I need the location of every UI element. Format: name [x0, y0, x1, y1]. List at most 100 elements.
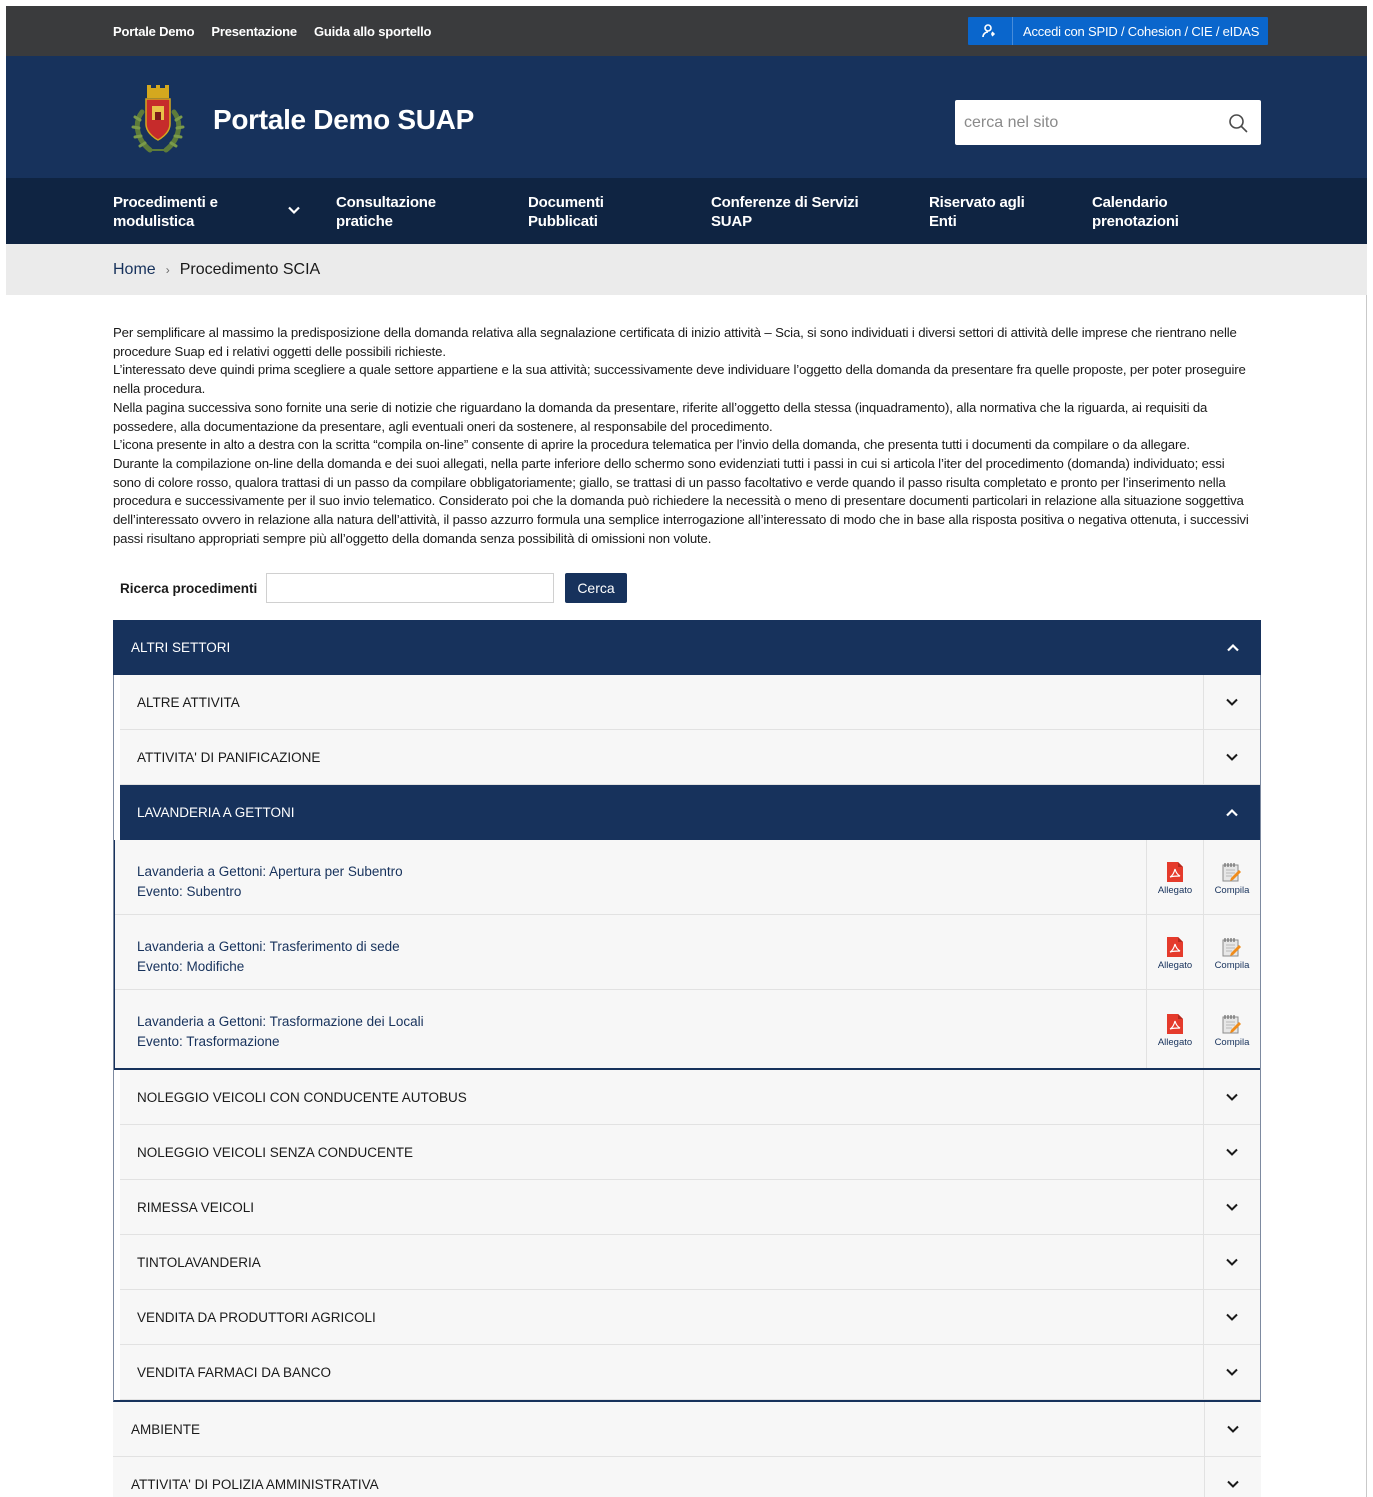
search-icon[interactable] — [1227, 112, 1249, 134]
top-link-presentazione[interactable]: Presentazione — [211, 24, 297, 39]
intro-text: Per semplificare al massimo la predispos… — [113, 324, 1253, 548]
fill-form-label: Compila — [1214, 885, 1250, 896]
user-identity-icon — [968, 23, 1012, 39]
intro-paragraph: Nella pagina successiva sono fornite una… — [113, 399, 1208, 434]
notepad-pencil-icon — [1222, 938, 1241, 957]
attachment-button[interactable]: Allegato — [1146, 990, 1203, 1068]
chevron-up-icon[interactable] — [1204, 620, 1261, 675]
breadcrumb: Home › Procedimento SCIA — [6, 244, 1367, 295]
procedure-info[interactable]: Lavanderia a Gettoni: Trasferimento di s… — [137, 937, 400, 977]
attachment-label: Allegato — [1157, 885, 1193, 896]
activity-title: ATTIVITA' DI PANIFICAZIONE — [137, 749, 321, 765]
nav-documenti-pubblicati[interactable]: Documenti Pubblicati — [528, 193, 604, 231]
intro-paragraph: Per semplificare al massimo la predispos… — [113, 325, 1237, 359]
activity-title: LAVANDERIA A GETTONI — [137, 805, 295, 820]
breadcrumb-home-link[interactable]: Home — [113, 261, 156, 279]
sector-title: ATTIVITA' DI POLIZIA AMMINISTRATIVA — [131, 1476, 379, 1492]
attachment-button[interactable]: Allegato — [1146, 915, 1203, 989]
procedure-title: Lavanderia a Gettoni: Trasformazione dei… — [137, 1014, 424, 1029]
activity-header-lavanderia-gettoni[interactable]: LAVANDERIA A GETTONI — [120, 785, 1260, 840]
fill-form-button[interactable]: Compila — [1203, 915, 1260, 989]
activity-row[interactable]: VENDITA DA PRODUTTORI AGRICOLI — [120, 1290, 1260, 1345]
procedure-search-label: Ricerca procedimenti — [120, 580, 258, 596]
nav-label-line1: Consultazione — [336, 194, 436, 211]
activity-title: NOLEGGIO VEICOLI CON CONDUCENTE AUTOBUS — [137, 1089, 467, 1105]
chevron-down-icon[interactable] — [1203, 1125, 1260, 1179]
spid-login-label: Accedi con SPID / Cohesion / CIE / eIDAS — [1023, 23, 1260, 39]
chevron-down-icon[interactable] — [286, 202, 302, 218]
fill-form-button[interactable]: Compila — [1203, 840, 1260, 914]
chevron-down-icon[interactable] — [1204, 1402, 1261, 1456]
nav-conferenze-servizi[interactable]: Conferenze di Servizi SUAP — [711, 193, 859, 231]
chevron-up-icon[interactable] — [1203, 785, 1260, 840]
sectors-accordion: ALTRI SETTORI ALTRE ATTIVITA ATTIVITA' D… — [113, 620, 1261, 1497]
procedure-info[interactable]: Lavanderia a Gettoni: Apertura per Suben… — [137, 862, 403, 902]
chevron-down-icon[interactable] — [1204, 1457, 1261, 1497]
procedure-item: Lavanderia a Gettoni: Trasformazione dei… — [115, 990, 1260, 1068]
intro-paragraph: Durante la compilazione on-line della do… — [113, 455, 1249, 546]
chevron-down-icon[interactable] — [1203, 1070, 1260, 1124]
spid-login-button[interactable]: Accedi con SPID / Cohesion / CIE / eIDAS — [968, 17, 1268, 45]
activity-row[interactable]: NOLEGGIO VEICOLI SENZA CONDUCENTE — [120, 1125, 1260, 1180]
breadcrumb-current: Procedimento SCIA — [179, 260, 321, 278]
activity-row[interactable]: RIMESSA VEICOLI — [120, 1180, 1260, 1235]
activity-title: VENDITA FARMACI DA BANCO — [137, 1364, 332, 1380]
site-search — [955, 100, 1261, 145]
nav-label-line1: Documenti — [528, 194, 604, 211]
top-links: Portale Demo Presentazione Guida allo sp… — [113, 6, 432, 56]
nav-consultazione-pratiche[interactable]: Consultazione pratiche — [336, 193, 436, 231]
fill-form-label: Compila — [1214, 960, 1250, 971]
top-link-portale-demo[interactable]: Portale Demo — [113, 24, 195, 39]
nav-label-line2: Pubblicati — [528, 213, 598, 230]
activity-row[interactable]: VENDITA FARMACI DA BANCO — [120, 1345, 1260, 1400]
attachment-label: Allegato — [1157, 1037, 1193, 1048]
sector-header-polizia-amministrativa[interactable]: ATTIVITA' DI POLIZIA AMMINISTRATIVA — [113, 1457, 1261, 1497]
top-link-guida[interactable]: Guida allo sportello — [314, 24, 432, 39]
nav-calendario-prenotazioni[interactable]: Calendario prenotazioni — [1092, 193, 1179, 231]
chevron-down-icon[interactable] — [1203, 1180, 1260, 1234]
main-navigation: Procedimenti e modulistica Consultazione… — [6, 178, 1367, 244]
activity-row[interactable]: NOLEGGIO VEICOLI CON CONDUCENTE AUTOBUS — [120, 1070, 1260, 1125]
procedure-list: Lavanderia a Gettoni: Apertura per Suben… — [114, 840, 1260, 1070]
breadcrumb-separator: › — [165, 262, 170, 277]
municipal-crest-logo[interactable] — [130, 84, 186, 156]
nav-label-line2: SUAP — [711, 213, 752, 230]
notepad-pencil-icon — [1222, 863, 1241, 882]
procedure-search-button[interactable]: Cerca — [565, 573, 627, 603]
site-search-input[interactable] — [955, 100, 1205, 145]
nav-riservato-enti[interactable]: Riservato agli Enti — [929, 193, 1025, 231]
procedure-event: Evento: Subentro — [137, 884, 242, 899]
nav-label-line2: prenotazioni — [1092, 213, 1179, 230]
procedure-search: Ricerca procedimenti Cerca — [120, 573, 627, 603]
procedure-item: Lavanderia a Gettoni: Apertura per Suben… — [115, 840, 1260, 915]
intro-paragraph: L’interessato deve quindi prima sceglier… — [113, 362, 1246, 397]
sector-title: AMBIENTE — [131, 1421, 201, 1437]
procedure-title: Lavanderia a Gettoni: Apertura per Suben… — [137, 864, 403, 879]
nav-label-line1: Procedimenti e — [113, 194, 218, 211]
intro-paragraph: L’icona presente in alto a destra con la… — [113, 437, 1190, 453]
chevron-down-icon[interactable] — [1203, 1345, 1260, 1399]
chevron-down-icon[interactable] — [1203, 1235, 1260, 1289]
procedure-search-input[interactable] — [266, 573, 554, 603]
sector-body-altri-settori: ALTRE ATTIVITA ATTIVITA' DI PANIFICAZION… — [113, 675, 1261, 1402]
notepad-pencil-icon — [1222, 1015, 1241, 1034]
nav-label-line2: pratiche — [336, 213, 393, 230]
attachment-button[interactable]: Allegato — [1146, 840, 1203, 914]
fill-form-button[interactable]: Compila — [1203, 990, 1260, 1068]
chevron-down-icon[interactable] — [1203, 675, 1260, 729]
activity-title: TINTOLAVANDERIA — [137, 1254, 261, 1270]
site-title[interactable]: Portale Demo SUAP — [213, 104, 474, 136]
activity-row[interactable]: ALTRE ATTIVITA — [120, 675, 1260, 730]
sector-header-ambiente[interactable]: AMBIENTE — [113, 1402, 1261, 1457]
nav-procedimenti-modulistica[interactable]: Procedimenti e modulistica — [113, 193, 218, 231]
pdf-file-icon — [1167, 862, 1183, 882]
nav-label-line1: Riservato agli — [929, 194, 1025, 211]
activity-row[interactable]: TINTOLAVANDERIA — [120, 1235, 1260, 1290]
chevron-down-icon[interactable] — [1203, 730, 1260, 784]
procedure-info[interactable]: Lavanderia a Gettoni: Trasformazione dei… — [137, 1012, 424, 1052]
procedure-event: Evento: Trasformazione — [137, 1034, 280, 1049]
activity-row[interactable]: ATTIVITA' DI PANIFICAZIONE — [120, 730, 1260, 785]
sector-header-altri-settori[interactable]: ALTRI SETTORI — [113, 620, 1261, 675]
chevron-down-icon[interactable] — [1203, 1290, 1260, 1344]
procedure-event: Evento: Modifiche — [137, 959, 245, 974]
